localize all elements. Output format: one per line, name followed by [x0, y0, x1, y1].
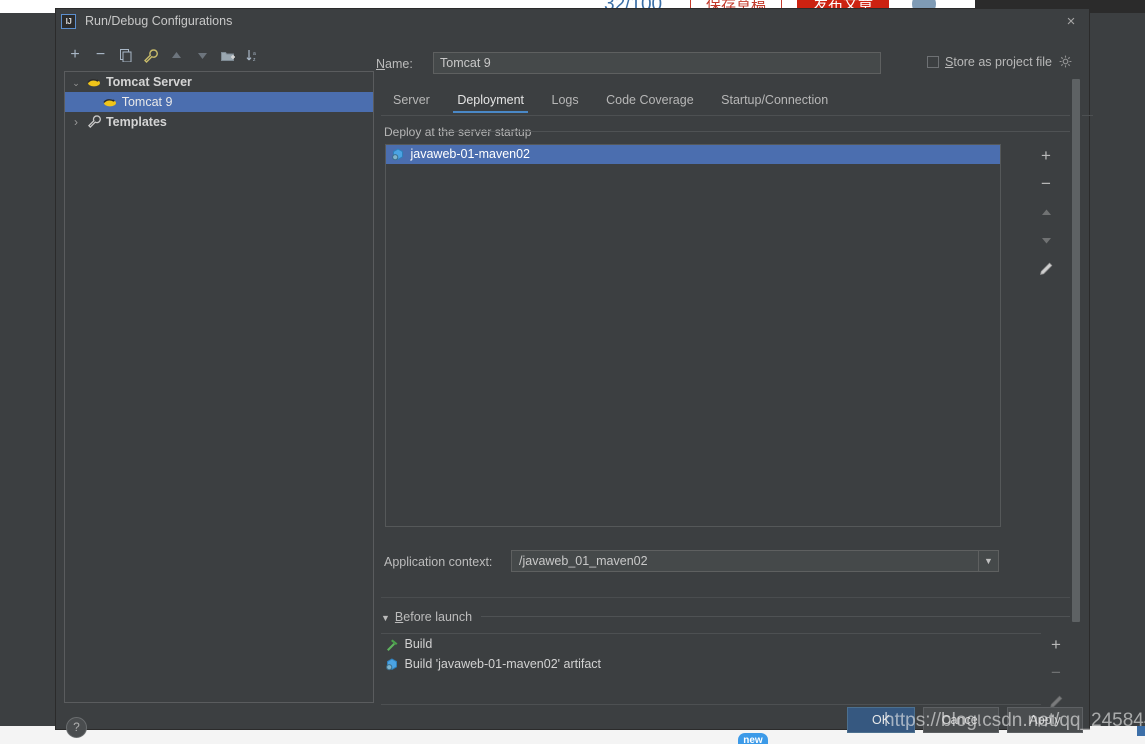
before-launch-header[interactable]: ▼ Before launch: [381, 610, 472, 624]
copy-configuration-icon[interactable]: [115, 45, 137, 65]
new-folder-icon[interactable]: [217, 45, 239, 65]
tree-node-label: Tomcat Server: [105, 75, 192, 89]
gear-icon[interactable]: [1059, 55, 1072, 71]
tab-startup-connection[interactable]: Startup/Connection: [709, 89, 840, 113]
chevron-right-icon[interactable]: ›: [69, 112, 83, 132]
list-item[interactable]: Build 'javaweb-01-maven02' artifact: [381, 654, 1041, 674]
configurations-toolbar: + − az: [64, 45, 374, 67]
deployment-list-toolbar: + −: [1034, 144, 1058, 527]
list-item[interactable]: javaweb-01-maven02: [386, 145, 1000, 164]
deployment-artifacts-list[interactable]: javaweb-01-maven02: [385, 144, 1001, 527]
move-down-artifact-button[interactable]: [1034, 228, 1058, 252]
tab-logs[interactable]: Logs: [540, 89, 591, 113]
chevron-down-icon[interactable]: ⌄: [69, 73, 83, 93]
list-item[interactable]: Build: [381, 634, 1041, 654]
before-launch-task-list[interactable]: Build Build 'javaweb-01-maven02' artifac…: [381, 633, 1041, 705]
move-down-icon[interactable]: [191, 45, 213, 65]
run-debug-configurations-dialog: IJ Run/Debug Configurations × + − az ⌄ T…: [55, 8, 1093, 738]
store-as-project-file-checkbox[interactable]: Store as project file: [927, 55, 1072, 71]
section-divider: [381, 597, 1071, 598]
sort-alphabetically-icon[interactable]: az: [242, 45, 264, 65]
application-context-combobox[interactable]: /javaweb_01_maven02 ▼: [511, 550, 999, 572]
configuration-tabs: Server Deployment Logs Code Coverage Sta…: [381, 89, 1081, 115]
intellij-logo-icon: IJ: [61, 14, 76, 29]
edit-artifact-pencil-icon[interactable]: [1034, 256, 1058, 280]
remove-before-launch-task-button[interactable]: −: [1044, 661, 1068, 685]
store-as-project-file-label: Store as project file: [945, 55, 1053, 69]
wrench-icon: [86, 114, 102, 128]
deploy-group-legend: Deploy at the server startup: [384, 125, 538, 139]
tab-divider: [381, 115, 1093, 116]
tab-deployment[interactable]: Deployment: [445, 89, 536, 113]
triangle-down-icon[interactable]: ▼: [381, 613, 390, 623]
add-artifact-button[interactable]: +: [1034, 144, 1058, 168]
before-launch-toolbar: + −: [1044, 633, 1068, 708]
remove-artifact-button[interactable]: −: [1034, 172, 1058, 196]
right-pane-scrollbar-thumb[interactable]: [1072, 79, 1080, 622]
help-icon[interactable]: ?: [66, 717, 87, 738]
cancel-button[interactable]: Cancel: [923, 707, 999, 733]
tree-node-label: Tomcat 9: [121, 95, 173, 109]
tree-node-templates[interactable]: › Templates: [65, 112, 373, 132]
artifact-label: javaweb-01-maven02: [410, 147, 530, 161]
task-label: Build: [404, 637, 433, 651]
tree-node-tomcat-9[interactable]: Tomcat 9: [65, 92, 373, 112]
artifact-icon: [383, 657, 401, 671]
chevron-down-icon[interactable]: ▼: [978, 551, 998, 571]
configurations-tree[interactable]: ⌄ Tomcat Server Tomcat 9 › Templates: [64, 71, 374, 703]
build-hammer-icon: [383, 637, 401, 651]
dialog-title: Run/Debug Configurations: [85, 14, 233, 28]
deploy-group-rule: [439, 131, 1071, 132]
before-launch-label: Before launch: [394, 610, 473, 624]
remove-configuration-button[interactable]: −: [89, 45, 111, 65]
name-label: Name:: [376, 57, 413, 71]
close-icon[interactable]: ×: [1061, 12, 1081, 32]
task-label: Build 'javaweb-01-maven02' artifact: [404, 657, 602, 671]
edit-templates-wrench-icon[interactable]: [140, 45, 162, 65]
tomcat-icon: [102, 94, 118, 108]
checkbox-box[interactable]: [927, 56, 939, 68]
add-configuration-button[interactable]: +: [64, 45, 86, 65]
ok-button[interactable]: OK: [847, 707, 915, 733]
add-before-launch-task-button[interactable]: +: [1044, 633, 1068, 657]
application-context-value: /javaweb_01_maven02: [519, 554, 648, 568]
background-scroll-nub[interactable]: [1137, 726, 1145, 736]
tab-code-coverage[interactable]: Code Coverage: [594, 89, 706, 113]
apply-button[interactable]: Apply: [1007, 707, 1083, 733]
svg-text:z: z: [253, 57, 256, 62]
move-up-artifact-button[interactable]: [1034, 200, 1058, 224]
tab-server[interactable]: Server: [381, 89, 442, 113]
tomcat-icon: [86, 74, 102, 88]
new-badge[interactable]: new: [738, 733, 768, 744]
configuration-name-input[interactable]: [433, 52, 881, 74]
tree-node-label: Templates: [105, 115, 167, 129]
tree-node-tomcat-server[interactable]: ⌄ Tomcat Server: [65, 72, 373, 92]
move-up-icon[interactable]: [166, 45, 188, 65]
before-launch-rule: [481, 616, 1071, 617]
dialog-titlebar: IJ Run/Debug Configurations ×: [56, 9, 1089, 35]
application-context-label: Application context:: [384, 555, 493, 569]
artifact-icon: [389, 148, 407, 162]
